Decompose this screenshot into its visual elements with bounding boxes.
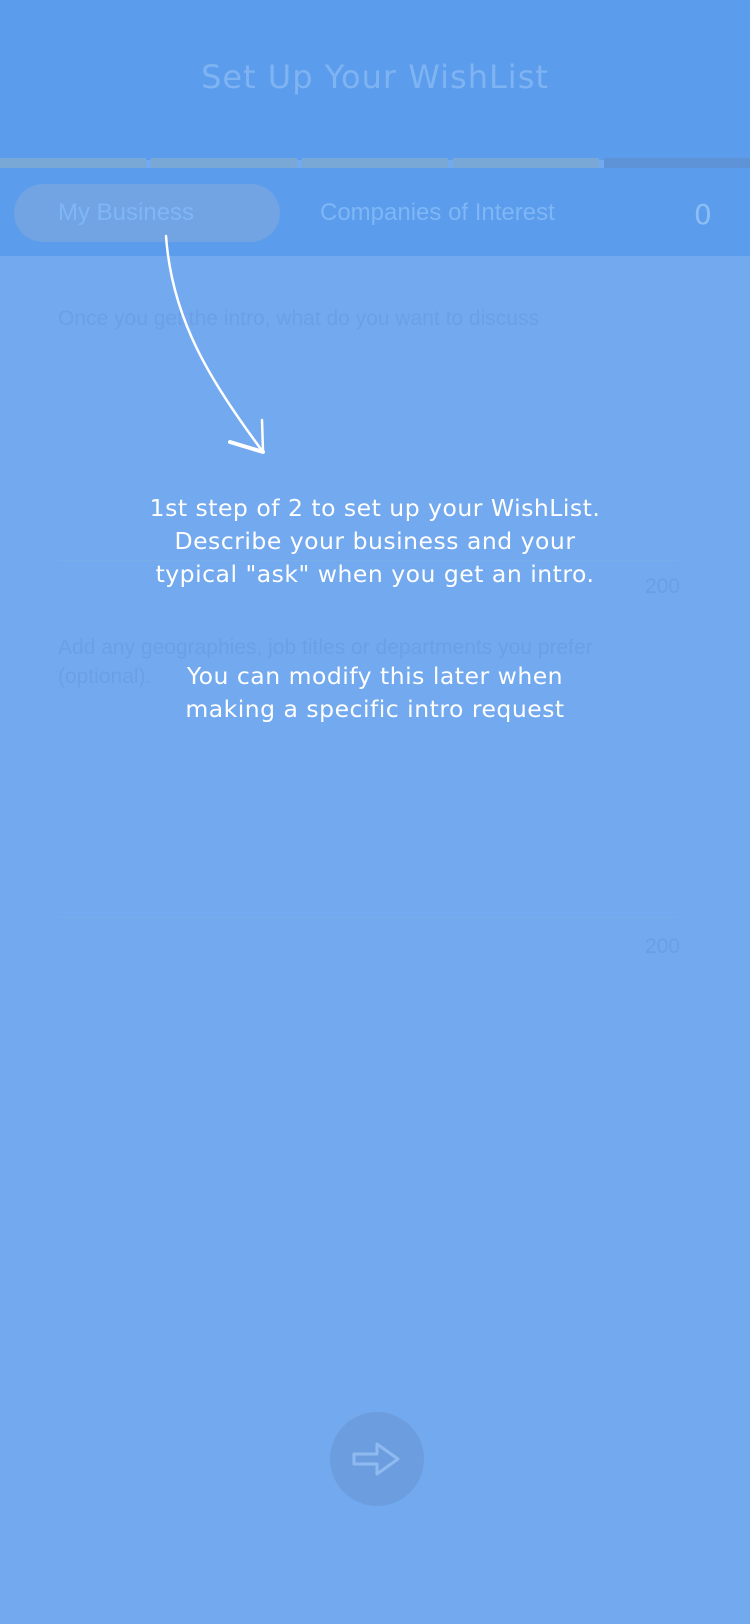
progress-segment-3 xyxy=(302,158,448,168)
arrow-right-icon xyxy=(352,1442,400,1476)
preferences-char-counter: 200 xyxy=(644,935,680,958)
curved-arrow-icon xyxy=(164,234,265,454)
tab-companies-of-interest-label: Companies of Interest xyxy=(320,199,555,226)
discuss-char-counter: 200 xyxy=(644,575,680,598)
progress-segment-1 xyxy=(0,158,146,168)
companies-count-badge: 0 xyxy=(694,198,712,231)
tab-companies-of-interest[interactable]: Companies of Interest xyxy=(320,199,555,227)
tab-my-business-label: My Business xyxy=(58,199,195,226)
progress-segment-4 xyxy=(453,158,599,168)
onboarding-note: You can modify this later when making a … xyxy=(185,662,565,723)
onboarding-instruction: 1st step of 2 to set up your WishList. D… xyxy=(149,494,601,588)
next-button[interactable] xyxy=(330,1412,424,1506)
progress-bar xyxy=(0,158,750,168)
discuss-field-label: Once you get the intro, what do you want… xyxy=(58,307,539,330)
progress-segment-5 xyxy=(604,158,750,168)
progress-segment-2 xyxy=(151,158,297,168)
page-title: Set Up Your WishList xyxy=(201,58,549,96)
tab-bar: My Business Companies of Interest 0 xyxy=(0,168,750,256)
header-bar: Set Up Your WishList xyxy=(0,0,750,160)
preferences-textarea[interactable] xyxy=(58,700,678,918)
